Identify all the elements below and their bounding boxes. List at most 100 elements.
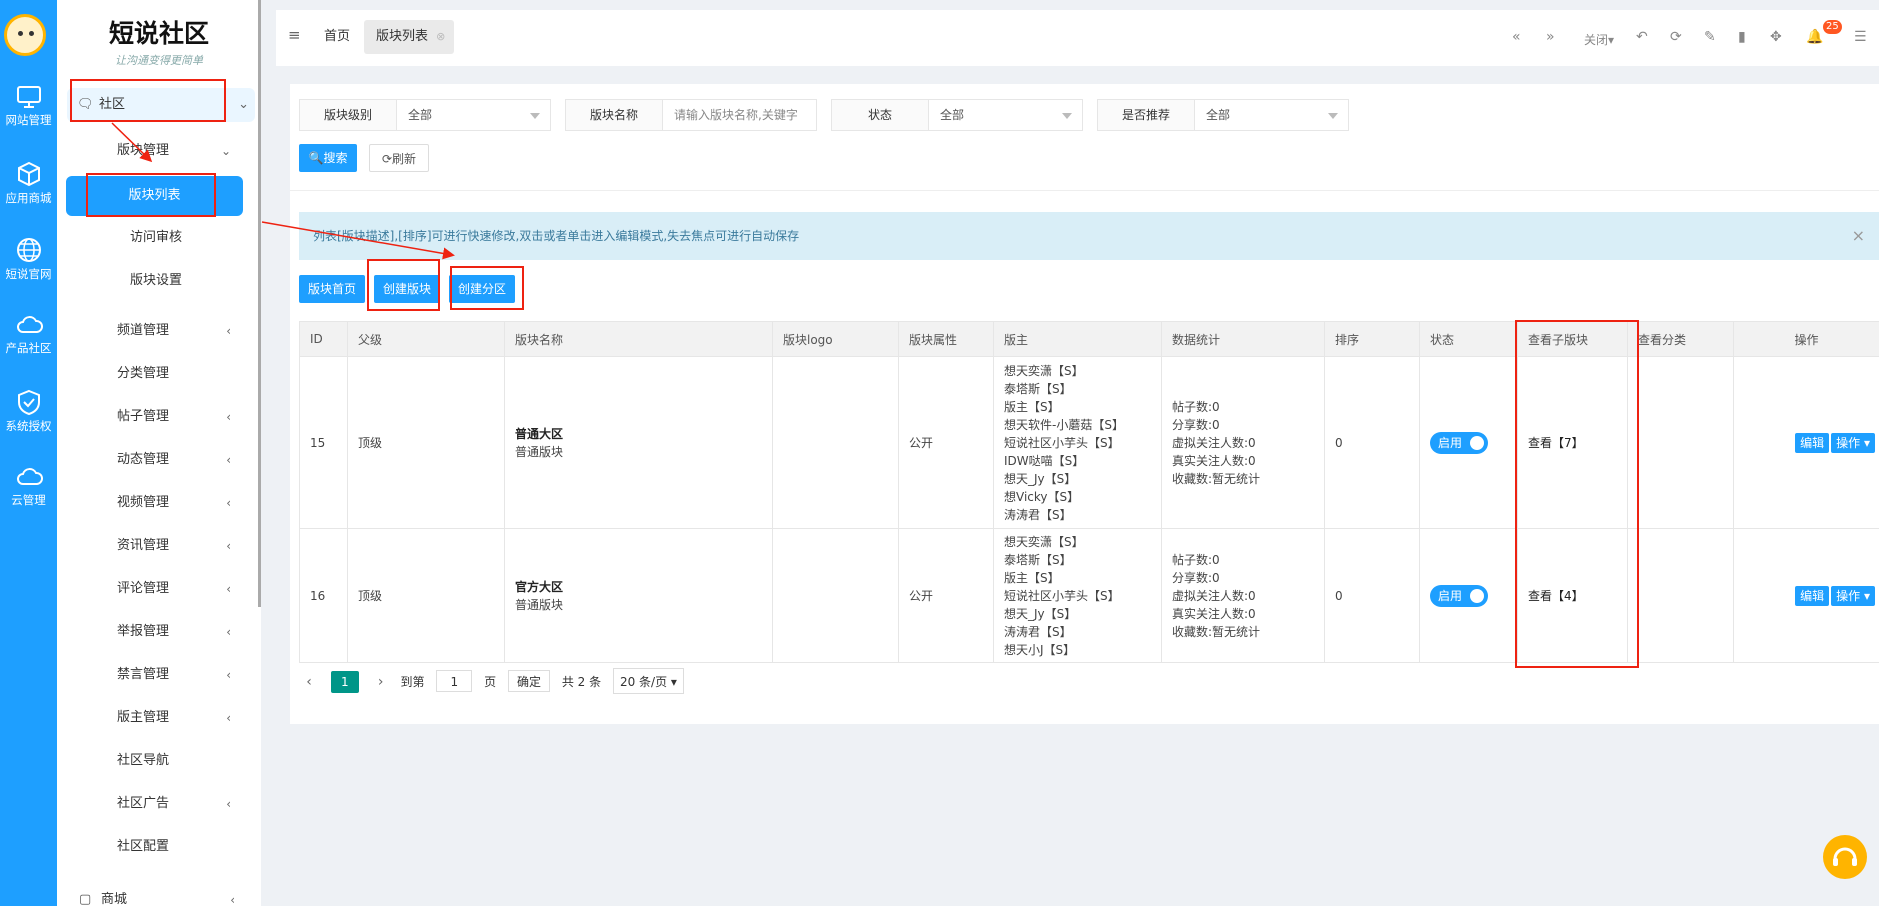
sidebar-menu-item[interactable]: 动态管理 ‹ — [57, 445, 261, 475]
chevron-left-icon: ‹ — [226, 668, 231, 682]
page-number-current[interactable]: 1 — [330, 671, 359, 693]
chevron-left-icon: ‹ — [226, 324, 231, 338]
sidebar-menu-item[interactable]: 社区广告 ‹ — [57, 789, 261, 819]
column-header[interactable]: 版块属性 — [898, 321, 994, 357]
moderator-name: 想天奕潇【S】 — [1004, 534, 1084, 549]
close-tabs-menu[interactable]: 关闭▾ — [1584, 31, 1614, 48]
back-icon[interactable]: ↶ — [1636, 29, 1648, 45]
sidebar-menu-item[interactable]: 视频管理 ‹ — [57, 488, 261, 518]
settings-list-icon[interactable]: ☰ — [1854, 29, 1867, 45]
sidebar-item-forum-settings[interactable]: 版块设置 — [57, 266, 261, 296]
moderator-name: 泰塔斯【S】 — [1004, 552, 1072, 567]
annotation-box-child-forums — [1515, 320, 1639, 668]
fullscreen-icon[interactable]: ✥ — [1770, 29, 1782, 45]
chevron-down-icon — [530, 113, 540, 119]
sidebar-item-access-review[interactable]: 访问审核 — [57, 223, 261, 253]
operations-dropdown[interactable]: 操作 ▾ — [1831, 432, 1875, 453]
goto-confirm-button[interactable]: 确定 — [508, 670, 551, 692]
trash-icon[interactable]: ▮ — [1738, 29, 1746, 45]
refresh-button[interactable]: ⟳刷新 — [369, 144, 429, 172]
edit-button[interactable]: 编辑 — [1795, 432, 1830, 453]
sidebar-menu-item[interactable]: 评论管理 ‹ — [57, 574, 261, 604]
close-icon[interactable]: × — [1852, 212, 1865, 260]
page-size-select[interactable]: 20 条/页 ▾ — [612, 668, 684, 694]
tab-forum-list[interactable]: 版块列表 ⊗ — [364, 20, 454, 54]
goto-page-input[interactable]: 1 — [436, 670, 473, 692]
cell-sort[interactable]: 0 — [1324, 528, 1420, 663]
next-page-icon[interactable]: › — [371, 665, 391, 699]
tab-close-icon[interactable]: ⊗ — [436, 30, 445, 43]
rail-item-product-community[interactable]: 产品社区 — [0, 312, 57, 356]
status-toggle[interactable]: 启用 — [1430, 431, 1488, 454]
sidebar-menu-item[interactable]: 禁言管理 ‹ — [57, 660, 261, 690]
sidebar-menu-item[interactable]: 举报管理 ‹ — [57, 617, 261, 647]
column-header[interactable]: 版主 — [993, 321, 1162, 357]
cell-attr: 公开 — [898, 528, 994, 663]
refresh-icon[interactable]: ⟳ — [1670, 29, 1682, 45]
rail-item-license[interactable]: 系统授权 — [0, 388, 57, 434]
customer-service-icon[interactable] — [1823, 835, 1867, 879]
sidebar-item-forum-manage[interactable]: 版块管理 ⌄ — [57, 136, 261, 166]
annotation-box-community — [70, 79, 226, 122]
sidebar-menu-item[interactable]: 社区导航 — [57, 746, 261, 776]
forum-type: 普通版块 — [515, 597, 564, 612]
moderator-name: 涛涛君【S】 — [1004, 507, 1072, 522]
cell-sort[interactable]: 0 — [1324, 356, 1420, 529]
column-header[interactable]: 版块名称 — [504, 321, 773, 357]
filter-name[interactable]: 版块名称 请输入版块名称,关键字 — [565, 99, 817, 131]
cell-categories — [1627, 528, 1734, 663]
rail-item-site-admin[interactable]: 网站管理 — [0, 84, 57, 128]
cell-moderators: 想天奕潇【S】 泰塔斯【S】 版主【S】 短说社区小芋头【S】 想天_Jy【S】 涛涛君【… — [993, 528, 1162, 663]
moderator-name: 想天软件-小蘑菇【S】 — [1004, 417, 1124, 432]
sidebar-menu-item[interactable]: 分类管理 — [57, 359, 261, 389]
scroll-right-icon[interactable]: » — [1546, 29, 1555, 45]
rail-item-cloud[interactable]: 云管理 — [0, 464, 57, 508]
moderator-name: IDW哒喵【S】 — [1004, 453, 1085, 468]
mascot-logo-icon — [4, 14, 46, 56]
search-button[interactable]: 🔍搜索 — [299, 144, 357, 172]
filter-level[interactable]: 版块级别 全部 — [299, 99, 551, 131]
cell-logo — [772, 528, 899, 663]
forum-home-button[interactable]: 版块首页 — [299, 275, 365, 303]
edit-button[interactable]: 编辑 — [1795, 585, 1830, 606]
column-header[interactable]: ID — [299, 321, 348, 357]
sidebar-menu-item[interactable]: 社区配置 — [57, 832, 261, 862]
square-icon: ▢ — [79, 892, 92, 906]
column-header[interactable]: 版块logo — [772, 321, 899, 357]
table-body: 15 顶级 普通大区 普通版块 公开 想天奕潇【S】 泰塔斯【S】 版主【S】 想天软件-小蘑菇… — [299, 356, 1879, 663]
sidebar-menu-item[interactable]: 帖子管理 ‹ — [57, 402, 261, 432]
column-header[interactable]: 父级 — [347, 321, 505, 357]
moderator-name: 短说社区小芋头【S】 — [1004, 588, 1120, 603]
column-header[interactable]: 查看分类 — [1627, 321, 1734, 357]
rail-item-official-site[interactable]: 短说官网 — [0, 236, 57, 282]
refresh-icon: ⟳ — [381, 152, 393, 166]
rail-item-app-store[interactable]: 应用商城 — [0, 160, 57, 206]
column-header[interactable]: 排序 — [1324, 321, 1420, 357]
column-header[interactable]: 操作 — [1733, 321, 1879, 357]
forum-type: 普通版块 — [515, 444, 564, 459]
cloud-icon — [16, 316, 43, 333]
menu-toggle-icon[interactable]: ≡ — [288, 26, 301, 44]
forum-table: ID 父级 版块名称 版块logo 版块属性 版主 数据统计 排序 状态 查看子版块 查看分类 操作 … — [299, 321, 1879, 663]
operations-dropdown[interactable]: 操作 ▾ — [1831, 585, 1875, 606]
sidebar-menu-item[interactable]: 版主管理 ‹ — [57, 703, 261, 733]
bell-icon[interactable]: 🔔 — [1806, 29, 1823, 45]
app-rail: 网站管理 应用商城 短说官网 产品社区 系统授权 云管理 — [0, 0, 57, 906]
filter-status[interactable]: 状态 全部 — [831, 99, 1083, 131]
moderator-name: 想天_Jy【S】 — [1004, 606, 1077, 621]
cube-icon — [17, 161, 40, 187]
scroll-left-icon[interactable]: « — [1512, 29, 1521, 45]
sidebar-menu-item[interactable]: 资讯管理 ‹ — [57, 531, 261, 561]
brush-icon[interactable]: ✎ — [1704, 29, 1716, 45]
sidebar-menu-item[interactable]: 频道管理 ‹ — [57, 316, 261, 346]
column-header[interactable]: 状态 — [1419, 321, 1518, 357]
column-header[interactable]: 数据统计 — [1161, 321, 1325, 357]
filter-recommended[interactable]: 是否推荐 全部 — [1097, 99, 1349, 131]
status-toggle[interactable]: 启用 — [1430, 584, 1488, 607]
stat-line: 虚拟关注人数:0 — [1172, 435, 1256, 450]
prev-page-icon[interactable]: ‹ — [299, 665, 319, 699]
sidebar-item-mall[interactable]: ▢ 商城 ‹ — [57, 885, 261, 906]
sidebar-scrollbar[interactable] — [258, 0, 261, 607]
cell-stats: 帖子数:0 分享数:0 虚拟关注人数:0 真实关注人数:0 收藏数:暂无统计 — [1161, 356, 1325, 529]
tab-home[interactable]: 首页 — [324, 25, 350, 44]
